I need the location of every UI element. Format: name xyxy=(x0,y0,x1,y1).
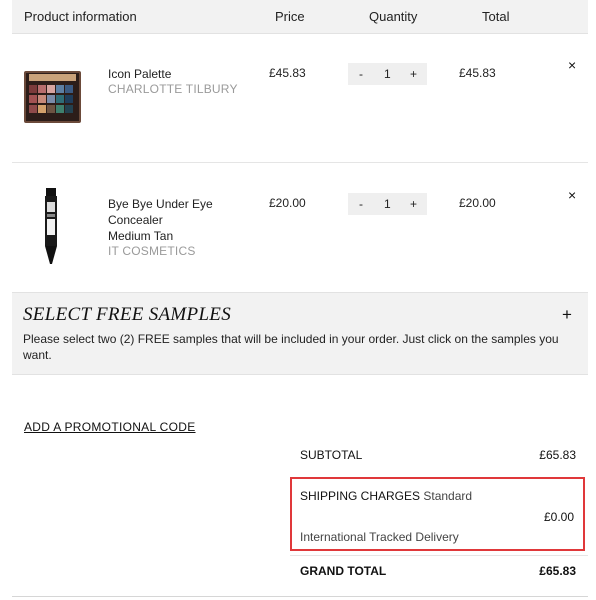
header-price: Price xyxy=(275,9,305,24)
grand-total-label: GRAND TOTAL xyxy=(300,564,387,578)
add-promotional-code-link[interactable]: ADD A PROMOTIONAL CODE xyxy=(24,420,196,434)
cart-item-row: Icon Palette CHARLOTTE TILBURY £45.83 - … xyxy=(12,33,588,163)
item-variant: Medium Tan xyxy=(108,229,174,243)
quantity-stepper: - 1 + xyxy=(348,63,427,85)
quantity-increase-button[interactable]: + xyxy=(410,197,417,211)
quantity-decrease-button[interactable]: - xyxy=(359,197,363,211)
remove-item-button[interactable]: × xyxy=(568,57,576,73)
subtotal-label: SUBTOTAL xyxy=(300,448,363,462)
quantity-increase-button[interactable]: + xyxy=(410,67,417,81)
item-name[interactable]: Icon Palette xyxy=(108,66,171,82)
eyeshadow-palette-icon[interactable] xyxy=(24,71,81,128)
summary-divider xyxy=(290,555,588,556)
header-product-information: Product information xyxy=(24,9,137,24)
item-total: £20.00 xyxy=(459,196,496,210)
grand-total-value: £65.83 xyxy=(539,564,576,578)
cart-item-row: Bye Bye Under Eye Concealer Medium Tan I… xyxy=(12,163,588,292)
item-price: £45.83 xyxy=(269,66,306,80)
concealer-tube-icon[interactable] xyxy=(42,188,60,271)
quantity-decrease-button[interactable]: - xyxy=(359,67,363,81)
shipping-method: Standard xyxy=(423,489,473,503)
expand-samples-button[interactable]: + xyxy=(562,305,572,325)
subtotal-value: £65.83 xyxy=(539,448,576,462)
item-brand: CHARLOTTE TILBURY xyxy=(108,82,238,96)
free-samples-description: Please select two (2) FREE samples that … xyxy=(23,332,559,362)
free-samples-title[interactable]: SELECT FREE SAMPLES xyxy=(23,304,231,326)
item-price: £20.00 xyxy=(269,196,306,210)
quantity-stepper: - 1 + xyxy=(348,193,427,215)
item-name-line1[interactable]: Bye Bye Under Eye xyxy=(108,196,213,212)
remove-item-button[interactable]: × xyxy=(568,187,576,203)
shipping-charges-value: £0.00 xyxy=(543,510,574,524)
header-total: Total xyxy=(482,9,510,24)
shipping-charges-label: SHIPPING CHARGES xyxy=(300,489,421,503)
item-brand: IT COSMETICS xyxy=(108,244,196,258)
item-total: £45.83 xyxy=(459,66,496,80)
quantity-value[interactable]: 1 xyxy=(384,197,391,211)
shipping-charges-box: SHIPPING CHARGES Standard £0.00 Internat… xyxy=(290,477,585,551)
quantity-value[interactable]: 1 xyxy=(384,67,391,81)
free-samples-section: SELECT FREE SAMPLES + Please select two … xyxy=(12,292,588,375)
item-name-line2[interactable]: Concealer xyxy=(108,212,163,228)
shipping-description: International Tracked Delivery xyxy=(300,530,459,544)
cart-table-header: Product information Price Quantity Total xyxy=(12,0,588,34)
shipping-charges-label-group: SHIPPING CHARGES Standard xyxy=(300,489,472,503)
header-quantity: Quantity xyxy=(369,9,418,24)
bottom-divider xyxy=(12,596,588,597)
